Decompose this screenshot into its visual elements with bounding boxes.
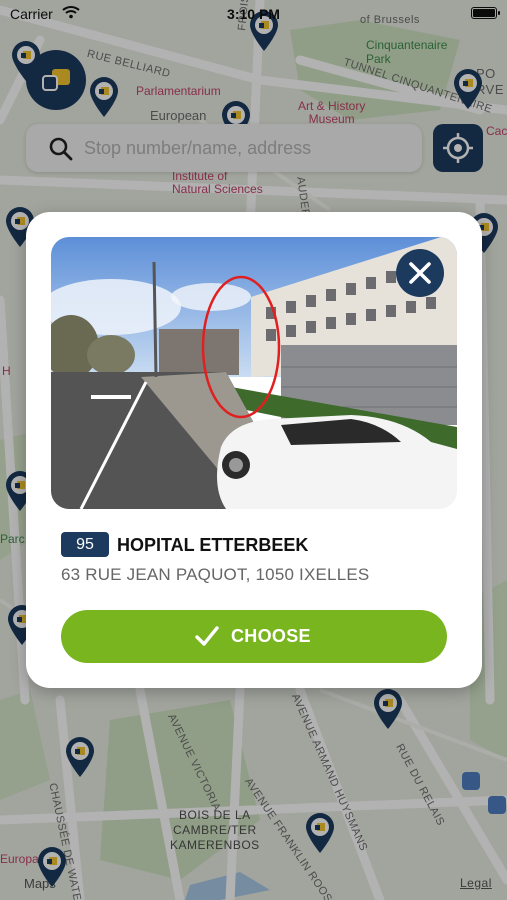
choose-button[interactable]: CHOOSE (61, 610, 447, 663)
line-number-badge: 95 (61, 532, 109, 557)
stop-name: HOPITAL ETTERBEEK (117, 535, 309, 555)
close-button[interactable] (396, 249, 444, 297)
stop-detail-modal: 95 HOPITAL ETTERBEEK 63 RUE JEAN PAQUOT,… (26, 212, 482, 688)
stop-address: 63 RUE JEAN PAQUOT, 1050 IXELLES (61, 565, 370, 584)
choose-button-label: CHOOSE (231, 626, 311, 646)
close-icon (409, 262, 431, 284)
check-icon (195, 626, 219, 646)
